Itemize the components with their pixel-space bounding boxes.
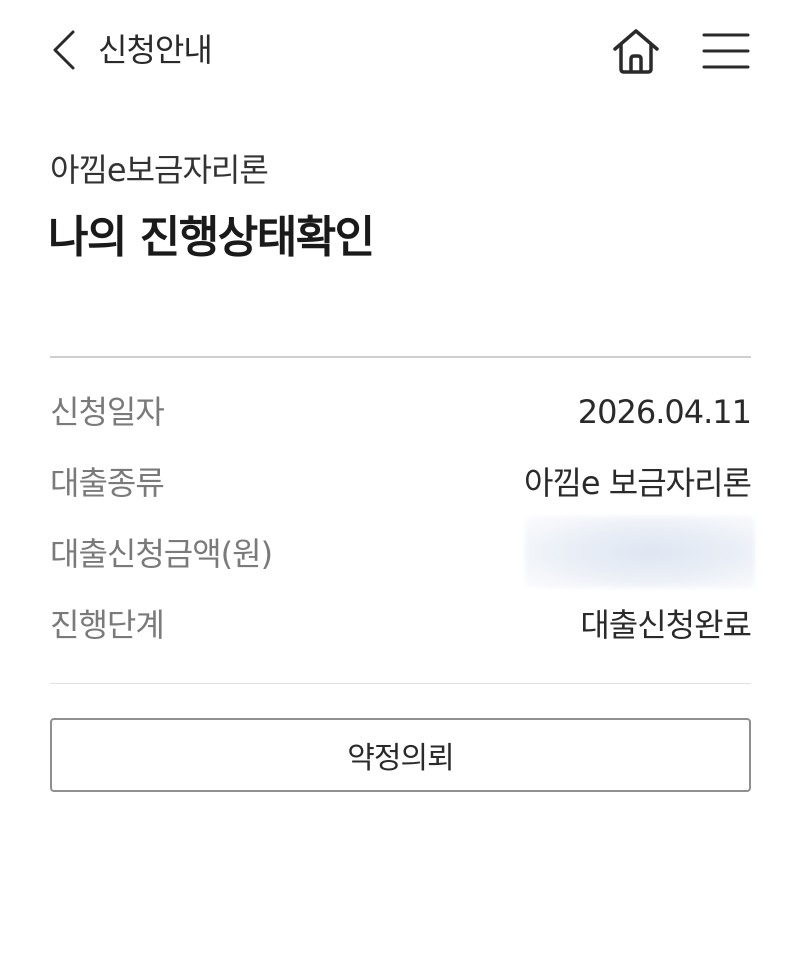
home-icon [613,29,659,74]
redacted-amount [525,516,755,588]
info-label: 대출신청금액(원) [50,535,273,573]
info-value: 대출신청완료 [580,606,752,644]
info-row-loan-amount: 대출신청금액(원) [50,516,755,588]
hamburger-menu-icon [702,33,750,69]
info-row-application-date: 신청일자 2026.04.11 [50,388,752,436]
chevron-left-icon [53,30,75,70]
product-subtitle: 아낌e보금자리론 [50,151,269,189]
back-button[interactable] [44,28,84,72]
menu-button[interactable] [698,24,754,78]
info-value: 2026.04.11 [577,393,752,431]
info-value: 아낌e 보금자리론 [524,464,752,502]
section-divider [50,683,751,684]
top-bar: 신청안내 [0,0,800,100]
page-title: 나의 진행상태확인 [48,212,375,263]
header-title: 신청안내 [98,31,213,69]
info-row-loan-type: 대출종류 아낌e 보금자리론 [50,459,752,507]
info-label: 신청일자 [50,393,165,431]
home-button[interactable] [608,24,664,78]
info-label: 진행단계 [50,606,165,644]
section-divider [50,356,751,358]
contract-request-button[interactable]: 약정의뢰 [50,718,751,792]
info-row-progress-stage: 진행단계 대출신청완료 [50,601,752,649]
info-label: 대출종류 [50,464,165,502]
